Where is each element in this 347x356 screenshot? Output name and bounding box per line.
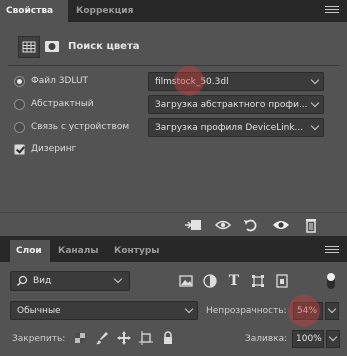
tab-channels[interactable]: Каналы xyxy=(52,240,104,262)
visibility-eye-icon[interactable] xyxy=(270,216,292,234)
layers-menu-icon[interactable] xyxy=(325,246,339,256)
lock-all-icon[interactable] xyxy=(160,330,176,346)
lock-image-brush-icon[interactable] xyxy=(94,330,110,346)
layer-mask-icon[interactable] xyxy=(42,36,64,58)
label-3dlut: Файл 3DLUT xyxy=(31,76,89,86)
radio-3dlut[interactable] xyxy=(14,76,25,87)
label-devicelink: Связь с устройством xyxy=(31,122,130,132)
fill-label: Заливка: xyxy=(245,334,288,344)
click-highlight xyxy=(174,66,204,96)
option-devicelink-row: Связь с устройством Загрузка профиля Dev… xyxy=(0,117,347,139)
select-abstract-value: Загрузка абстрактного профи... xyxy=(155,100,308,110)
properties-tabbar: Свойства Коррекция xyxy=(0,0,347,22)
blend-mode-value: Обычные xyxy=(17,306,61,316)
opacity-dropdown[interactable] xyxy=(325,302,339,320)
radio-abstract[interactable] xyxy=(14,99,25,110)
filter-shape-icon[interactable] xyxy=(250,273,266,289)
adjustment-grid-icon[interactable] xyxy=(18,36,40,58)
radio-devicelink[interactable] xyxy=(14,122,25,133)
chevron-down-icon xyxy=(310,75,320,85)
select-devicelink-profile[interactable]: Загрузка профиля DeviceLink... xyxy=(148,118,324,137)
option-abstract-row: Абстрактный Загрузка абстрактного профи.… xyxy=(0,94,347,116)
properties-footer xyxy=(0,212,347,236)
dither-label: Дизеринг xyxy=(31,144,77,154)
layers-tabbar: Слои Каналы Контуры xyxy=(0,240,347,262)
tab-adjustments[interactable]: Коррекция xyxy=(70,0,139,22)
select-abstract-profile[interactable]: Загрузка абстрактного профи... xyxy=(148,95,324,114)
view-previous-state-icon[interactable] xyxy=(212,216,234,234)
properties-header: Поиск цвета xyxy=(8,30,339,66)
filter-type-icon[interactable]: T xyxy=(226,273,242,289)
dither-row: Дизеринг xyxy=(0,139,347,161)
reset-icon[interactable] xyxy=(240,216,262,234)
lock-artboard-icon[interactable] xyxy=(138,330,154,346)
properties-title: Поиск цвета xyxy=(68,41,140,52)
opacity-label: Непрозрачность: xyxy=(206,306,287,316)
chevron-down-icon xyxy=(184,304,194,314)
chevron-down-icon xyxy=(310,121,320,131)
chevron-down-icon xyxy=(113,274,123,284)
filter-pixel-icon[interactable] xyxy=(178,273,194,289)
lock-row: Закрепить: Заливка: 100% xyxy=(0,328,347,350)
fill-dropdown[interactable] xyxy=(326,330,340,348)
clip-to-layer-icon[interactable] xyxy=(182,216,204,234)
lock-label: Закрепить: xyxy=(12,334,66,344)
filter-kind-select[interactable]: Вид xyxy=(10,271,130,291)
lock-position-move-icon[interactable] xyxy=(116,330,132,346)
tab-properties[interactable]: Свойства xyxy=(0,0,68,22)
panel-menu-icon[interactable] xyxy=(325,6,339,16)
filter-toggle[interactable] xyxy=(327,273,335,289)
tab-paths[interactable]: Контуры xyxy=(108,240,165,262)
trash-icon[interactable] xyxy=(300,216,322,234)
filter-adjustment-icon[interactable] xyxy=(202,273,218,289)
tab-layers[interactable]: Слои xyxy=(10,240,50,262)
lock-transparent-icon[interactable] xyxy=(72,330,88,346)
search-icon xyxy=(16,275,28,287)
fill-field[interactable]: 100% xyxy=(292,330,324,348)
opacity-highlight xyxy=(288,295,320,327)
filter-smart-object-icon[interactable] xyxy=(274,273,290,289)
select-devicelink-value: Загрузка профиля DeviceLink... xyxy=(155,123,304,133)
filter-kind-value: Вид xyxy=(33,276,52,286)
label-abstract: Абстрактный xyxy=(31,99,94,109)
layer-filter-row: Вид T xyxy=(0,271,347,293)
blend-mode-select[interactable]: Обычные xyxy=(10,301,198,320)
chevron-down-icon xyxy=(310,98,320,108)
dither-checkbox[interactable] xyxy=(14,144,25,155)
